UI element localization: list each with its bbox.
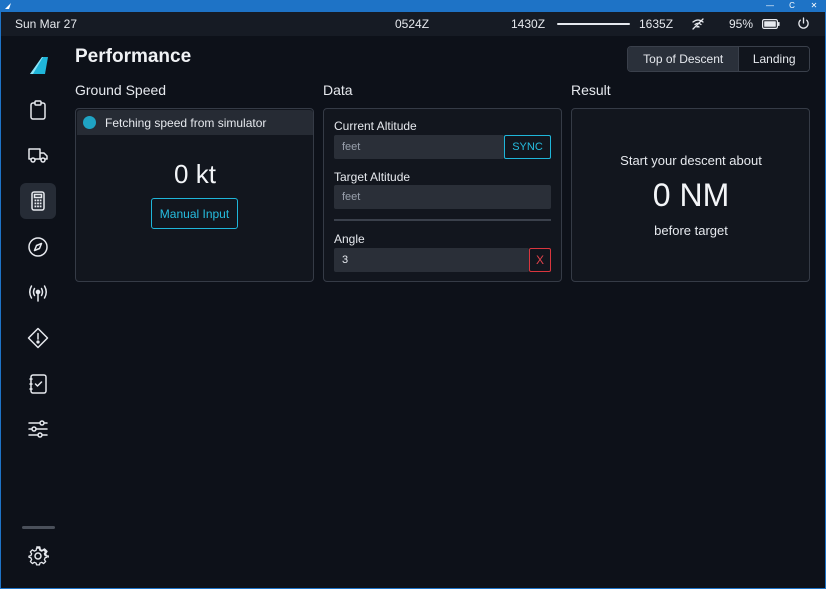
status-bar: Sun Mar 27 0524Z 1430Z 1635Z 95% — [1, 12, 825, 36]
status-date: Sun Mar 27 — [15, 17, 78, 31]
window-titlebar: — C ✕ — [0, 0, 826, 12]
restore-button[interactable]: C — [788, 0, 796, 12]
result-title: Result — [571, 82, 611, 98]
truck-icon — [28, 148, 48, 163]
current-altitude-label: Current Altitude — [334, 119, 417, 133]
sidebar-item-atc[interactable] — [20, 275, 56, 311]
flypad-logo — [30, 57, 48, 74]
sidebar-item-settings[interactable] — [20, 538, 56, 574]
manual-input-button[interactable]: Manual Input — [151, 198, 238, 229]
sidebar-item-failures[interactable] — [20, 320, 56, 356]
signal-off-icon — [692, 18, 704, 30]
sync-button[interactable]: SYNC — [504, 135, 551, 159]
target-altitude-input[interactable]: feet — [334, 185, 551, 209]
tab-landing[interactable]: Landing — [739, 47, 809, 71]
sim-status-banner: Fetching speed from simulator — [77, 110, 313, 135]
compass-icon — [28, 237, 48, 257]
ground-speed-title: Ground Speed — [75, 82, 167, 98]
clipboard-icon — [30, 100, 46, 120]
sidebar-item-navigation[interactable] — [20, 229, 56, 265]
flight-progress-line — [557, 23, 630, 25]
status-indicator-dot — [83, 116, 96, 129]
battery-icon — [762, 19, 780, 29]
power-icon[interactable] — [797, 17, 810, 30]
angle-label: Angle — [334, 232, 365, 246]
calculator-icon — [31, 191, 45, 211]
sidebar-item-checklists[interactable] — [20, 366, 56, 402]
status-arrival-time: 1635Z — [639, 17, 674, 31]
warning-icon — [27, 327, 49, 349]
ground-speed-card: Fetching speed from simulator 0 kt Manua… — [75, 108, 314, 282]
status-departure-time: 1430Z — [511, 17, 546, 31]
mode-segmented-control: Top of Descent Landing — [627, 46, 810, 72]
data-title: Data — [323, 82, 353, 98]
checklist-icon — [29, 374, 47, 394]
app-icon — [5, 3, 11, 9]
close-window-button[interactable]: ✕ — [810, 0, 818, 12]
minimize-button[interactable]: — — [766, 0, 774, 12]
current-altitude-input[interactable]: feet — [334, 135, 504, 159]
tab-top-of-descent[interactable]: Top of Descent — [628, 47, 740, 71]
sidebar-item-dispatch[interactable] — [20, 92, 56, 128]
sidebar-divider — [22, 526, 55, 529]
angle-input[interactable]: 3 — [334, 248, 529, 272]
sidebar-item-ground[interactable] — [20, 137, 56, 173]
status-utc-time: 0524Z — [395, 17, 430, 31]
sidebar-item-performance[interactable] — [20, 183, 56, 219]
ground-speed-value: 0 kt — [174, 159, 216, 189]
page-title: Performance — [75, 46, 192, 67]
battery-percentage: 95% — [729, 17, 754, 31]
gear-icon — [28, 546, 49, 566]
sidebar — [1, 36, 73, 588]
sliders-icon — [28, 420, 48, 438]
result-outro-text: before target — [654, 223, 728, 238]
sidebar-item-presets[interactable] — [20, 411, 56, 447]
target-altitude-label: Target Altitude — [334, 170, 411, 184]
sim-status-text: Fetching speed from simulator — [105, 116, 267, 130]
data-divider — [334, 219, 551, 221]
broadcast-icon — [29, 285, 47, 302]
result-distance-value: 0 NM — [652, 177, 730, 213]
clear-angle-button[interactable]: X — [529, 248, 551, 272]
result-card: Start your descent about 0 NM before tar… — [571, 108, 810, 282]
data-card: Current Altitude feet SYNC Target Altitu… — [323, 108, 562, 282]
result-intro-text: Start your descent about — [620, 153, 762, 168]
